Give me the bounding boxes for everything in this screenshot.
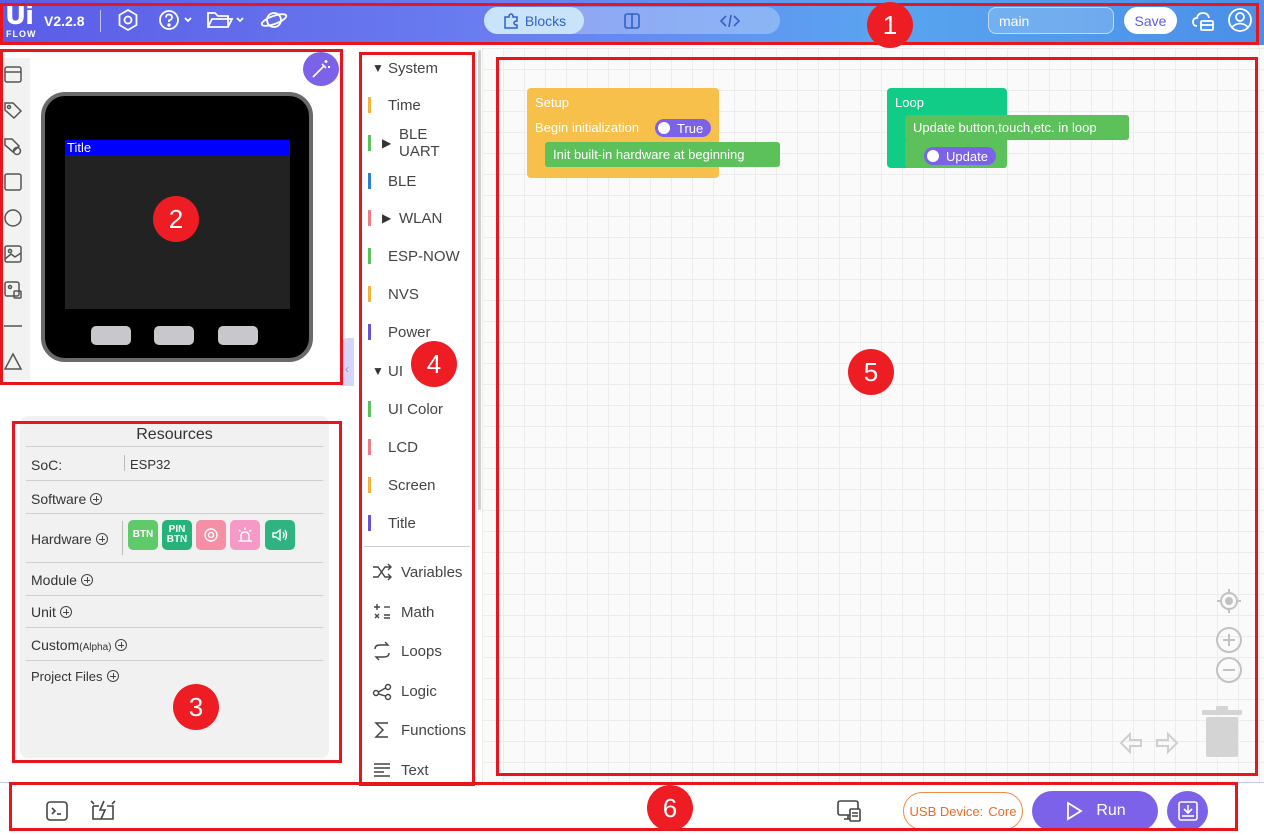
uiflow-app: Ui FLOW V2.2.8 Blocks main Save Title ‹ … <box>0 0 1264 835</box>
annotation-number-5: 5 <box>848 349 894 395</box>
annotation-number-3: 3 <box>173 684 219 730</box>
annotation-box-5 <box>496 57 1258 776</box>
annotation-box-6 <box>9 782 1238 831</box>
annotation-number-6: 6 <box>647 785 693 831</box>
annotation-number-4: 4 <box>411 341 457 387</box>
annotation-box-4 <box>359 52 475 786</box>
annotation-box-1 <box>0 3 1259 45</box>
annotation-number-2: 2 <box>153 196 199 242</box>
category-scrollbar[interactable] <box>478 50 481 510</box>
chevron-left-icon: ‹ <box>345 362 349 376</box>
annotation-number-1: 1 <box>867 2 913 48</box>
